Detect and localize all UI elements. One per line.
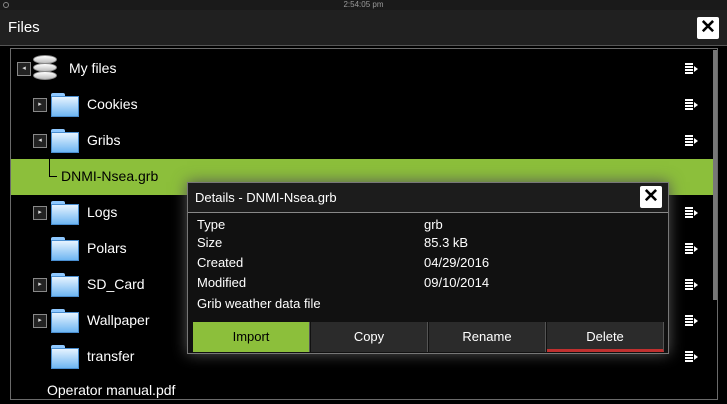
row-menu-icon[interactable]: [685, 99, 699, 111]
expand-icon[interactable]: ▸: [33, 98, 47, 112]
row-menu-icon[interactable]: [685, 63, 699, 75]
detail-value: 85.3 kB: [424, 235, 469, 250]
detail-value: grb: [424, 217, 443, 232]
title-bar: Files: [0, 10, 727, 46]
tree-label-wallpaper: Wallpaper: [87, 312, 150, 328]
detail-key: Created: [197, 255, 244, 270]
detail-key: Type: [197, 217, 226, 232]
collapse-icon[interactable]: ◂: [33, 134, 47, 148]
tree-row-gribs[interactable]: ◂ Gribs: [11, 123, 717, 159]
tree-label-sd-card: SD_Card: [87, 276, 145, 292]
detail-value: 09/10/2014: [424, 275, 490, 290]
status-bar: 2:54:05 pm: [0, 0, 727, 10]
tree-row-operator-manual[interactable]: Operator manual.pdf: [11, 373, 717, 399]
tree-label-polars: Polars: [87, 240, 127, 256]
dialog-header: Details - DNMI-Nsea.grb ✕: [188, 183, 668, 213]
copy-button[interactable]: Copy: [311, 322, 428, 352]
details-dialog: Details - DNMI-Nsea.grb ✕ Type grb Size …: [187, 182, 669, 354]
dialog-close-button[interactable]: ✕: [640, 186, 662, 208]
tree-label-gribs: Gribs: [87, 132, 121, 148]
row-menu-icon[interactable]: [685, 135, 699, 147]
import-button[interactable]: Import: [193, 322, 310, 352]
tree-label-dnmi-nsea: DNMI-Nsea.grb: [61, 168, 159, 184]
tree-row-my-files[interactable]: ◂ My files: [11, 51, 717, 87]
tree-label-my-files: My files: [69, 60, 117, 76]
folder-icon: [51, 199, 79, 227]
row-menu-icon[interactable]: [685, 351, 699, 363]
window-title: Files: [8, 19, 40, 36]
tree-label-operator-manual: Operator manual.pdf: [47, 382, 176, 398]
delete-button[interactable]: Delete: [547, 322, 664, 352]
tree-label-cookies: Cookies: [87, 96, 138, 112]
row-menu-icon[interactable]: [685, 315, 699, 327]
detail-value: 04/29/2016: [424, 255, 490, 270]
dialog-button-bar: Import Copy Rename Delete: [193, 322, 664, 352]
rename-button[interactable]: Rename: [429, 322, 546, 352]
expand-icon[interactable]: ▸: [33, 278, 47, 292]
row-menu-icon[interactable]: [685, 243, 699, 255]
close-button[interactable]: ✕: [697, 17, 719, 39]
tree-row-cookies[interactable]: ▸ Cookies: [11, 87, 717, 123]
detail-key: Size: [197, 235, 223, 250]
row-menu-icon[interactable]: [685, 279, 699, 291]
detail-row-created: Created 04/29/2016: [197, 255, 657, 272]
folder-icon: [51, 235, 79, 263]
folder-icon: [51, 307, 79, 335]
detail-description: Grib weather data file: [197, 296, 321, 311]
detail-row-description: Grib weather data file: [197, 296, 657, 313]
folder-icon: [51, 127, 79, 155]
expand-icon[interactable]: ▸: [33, 314, 47, 328]
detail-key: Modified: [197, 275, 247, 290]
folder-icon: [51, 343, 79, 371]
detail-row-type: Type grb: [197, 217, 657, 234]
database-icon: [33, 55, 57, 83]
row-menu-icon[interactable]: [685, 207, 699, 219]
folder-icon: [51, 91, 79, 119]
detail-row-modified: Modified 09/10/2014: [197, 275, 657, 292]
status-clock: 2:54:05 pm: [343, 0, 384, 9]
folder-icon: [51, 271, 79, 299]
tree-label-logs: Logs: [87, 204, 118, 220]
detail-row-size: Size 85.3 kB: [197, 235, 657, 252]
tree-connector: [49, 159, 57, 177]
tree-label-transfer: transfer: [87, 348, 135, 364]
scrollbar[interactable]: [713, 50, 717, 300]
collapse-icon[interactable]: ◂: [17, 62, 31, 76]
dialog-title: Details - DNMI-Nsea.grb: [195, 190, 337, 205]
expand-icon[interactable]: ▸: [33, 206, 47, 220]
